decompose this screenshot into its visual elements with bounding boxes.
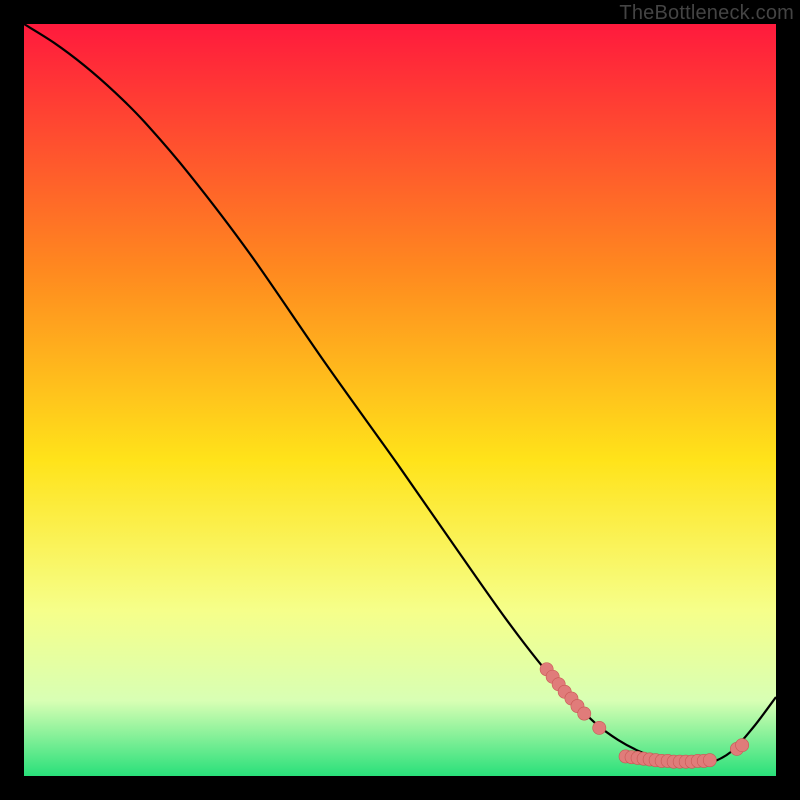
chart-stage: TheBottleneck.com bbox=[0, 0, 800, 800]
chart-background-gradient bbox=[24, 24, 776, 776]
data-marker bbox=[736, 739, 749, 752]
watermark-text: TheBottleneck.com bbox=[619, 2, 794, 25]
data-marker bbox=[703, 754, 716, 767]
data-marker bbox=[578, 707, 591, 720]
data-marker bbox=[593, 721, 606, 734]
plot-area bbox=[24, 24, 776, 776]
chart-svg bbox=[24, 24, 776, 776]
